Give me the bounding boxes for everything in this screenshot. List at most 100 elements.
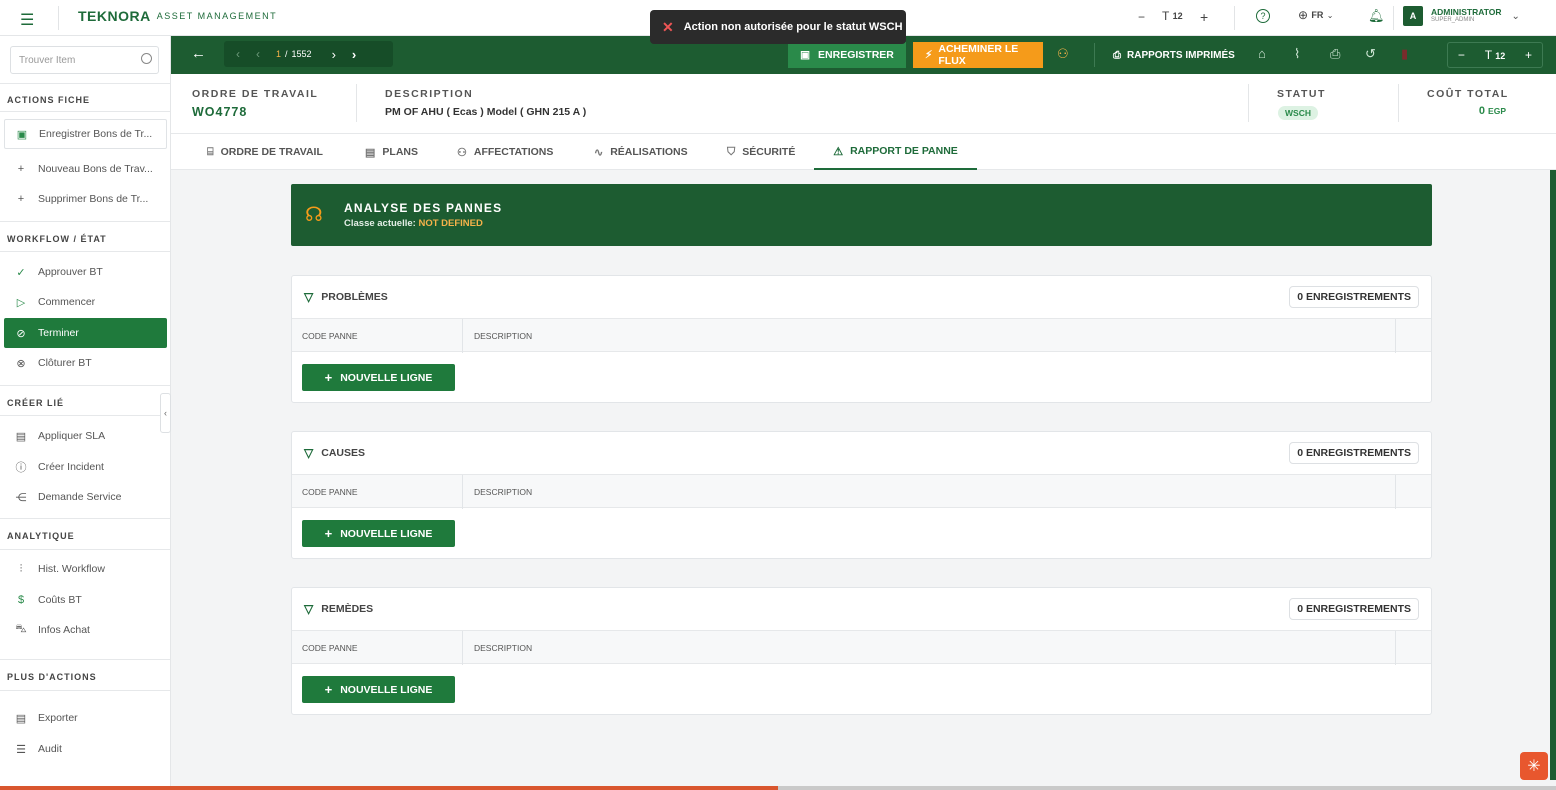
column-code: CODE PANNE	[302, 487, 358, 497]
sidebar: Trouver Item ACTIONS FICHE ▣ Enregistrer …	[0, 36, 171, 790]
sidebar-item-delete[interactable]: + Supprimer Bons de Tr...	[4, 184, 167, 214]
search-input[interactable]: Trouver Item	[10, 46, 159, 74]
record-count-badge: 0 ENREGISTREMENTS	[1289, 286, 1419, 308]
panel-title: ▽ REMÈDES	[304, 602, 374, 616]
printed-reports-button[interactable]: ⎙ RAPPORTS IMPRIMÉS	[1101, 42, 1247, 68]
tab-safety[interactable]: ⛉ SÉCURITÉ	[727, 134, 795, 170]
share-icon: ⋲	[15, 491, 27, 504]
font-size-control: T 12	[1162, 9, 1183, 23]
brain-icon: ☊	[305, 204, 323, 226]
history-icon[interactable]: ↺	[1365, 46, 1376, 62]
sidebar-item-new[interactable]: + Nouveau Bons de Trav...	[4, 154, 167, 184]
save-icon: ▣	[800, 49, 811, 61]
toolbar-font-size-control: − T 12 +	[1447, 42, 1543, 68]
sidebar-collapse-button[interactable]: ‹	[160, 393, 171, 433]
user-role: SUPER_ADMIN	[1431, 17, 1475, 23]
section-more: PLUS D'ACTIONS	[7, 672, 97, 682]
sidebar-item-incident[interactable]: ⓘ Créer Incident	[4, 452, 167, 482]
play-icon: ▷	[16, 296, 26, 309]
failure-analysis-banner: ☊ ANALYSE DES PANNES Classe actuelle: NO…	[291, 184, 1432, 246]
language-selector[interactable]: ⊕ FR ⌄	[1298, 8, 1333, 22]
sidebar-item-audit[interactable]: ☰ Audit	[4, 734, 167, 764]
font-decrease-icon[interactable]: −	[1458, 48, 1465, 62]
sidebar-item-close[interactable]: ⊗ Clôturer BT	[4, 348, 167, 378]
route-workflow-button[interactable]: ⚡︎ ACHEMINER LE FLUX	[913, 42, 1043, 68]
print-icon[interactable]: ⎙	[1330, 46, 1340, 62]
shield-icon: ⛉	[727, 145, 736, 158]
sidebar-item-finish[interactable]: ⊘ Terminer	[4, 318, 167, 348]
tag-icon[interactable]: ⌂	[1258, 46, 1266, 61]
scrollbar[interactable]	[1550, 170, 1556, 780]
tab-assignments[interactable]: ⚇ AFFECTATIONS	[457, 134, 553, 170]
font-increase-icon[interactable]: +	[1200, 9, 1208, 25]
save-button[interactable]: ▣ ENREGISTRER	[788, 42, 906, 68]
font-increase-icon[interactable]: +	[1525, 48, 1532, 62]
page-current[interactable]: 1	[276, 49, 281, 59]
activity-icon: ∿	[594, 146, 604, 159]
info-circle-icon: ⓘ	[15, 462, 27, 474]
wo-number: WO4778	[192, 105, 248, 119]
sidebar-item-approve[interactable]: ✓ Approuver BT	[4, 257, 167, 287]
tab-realisations[interactable]: ∿ RÉALISATIONS	[594, 134, 688, 170]
sidebar-item-sla[interactable]: ▤ Appliquer SLA	[4, 421, 167, 451]
document-icon: ▤	[15, 430, 27, 443]
assistant-icon[interactable]: ✳	[1520, 752, 1548, 780]
add-row-button[interactable]: + NOUVELLE LIGNE	[302, 364, 455, 391]
record-pager: ‹ ‹ 1 / 1552 › ›	[224, 41, 393, 67]
sidebar-item-start[interactable]: ▷ Commencer	[4, 287, 167, 317]
close-icon[interactable]: ✕	[662, 19, 674, 36]
problems-panel: ▽ PROBLÈMES 0 ENREGISTREMENTS CODE PANNE …	[291, 275, 1432, 403]
plus-icon: +	[17, 193, 25, 205]
delete-icon[interactable]: ▮	[1401, 46, 1408, 62]
route-icon[interactable]: ⚇	[1057, 46, 1069, 62]
last-page-icon[interactable]: ›	[352, 47, 356, 62]
app-logo: TEKNORA ASSET MANAGEMENT	[78, 8, 278, 24]
tab-bar: ⌸ ORDRE DE TRAVAIL ▤ PLANS ⚇ AFFECTATIONS ∿…	[171, 134, 1556, 170]
menu-icon[interactable]: ☰	[20, 10, 34, 30]
sidebar-item-purchase[interactable]: ⛍ Infos Achat	[4, 615, 167, 645]
attachment-icon[interactable]: ⌇	[1294, 46, 1300, 62]
back-arrow-icon[interactable]: ←	[191, 45, 206, 62]
bell-icon[interactable]: 🔔︎	[1368, 8, 1385, 24]
x-circle-icon: ⊗	[16, 357, 26, 370]
document-icon: ▤	[15, 712, 27, 725]
chevron-down-icon: ⌄	[1326, 10, 1334, 20]
next-page-icon[interactable]: ›	[332, 47, 336, 62]
tab-failure-report[interactable]: ⚠︎ RAPPORT DE PANNE	[814, 134, 977, 170]
table-header: CODE PANNE DESCRIPTION	[292, 318, 1431, 353]
help-icon[interactable]: ?	[1256, 9, 1270, 23]
section-actions: ACTIONS FICHE	[7, 95, 91, 105]
sidebar-item-service[interactable]: ⋲ Demande Service	[4, 482, 167, 512]
progress-bar	[0, 786, 1556, 790]
plus-icon: +	[324, 370, 333, 385]
panel-title: ▽ CAUSES	[304, 446, 365, 460]
record-header: ORDRE DE TRAVAIL WO4778 DESCRIPTION PM O…	[171, 74, 1556, 134]
status-label: STATUT	[1277, 88, 1326, 100]
sidebar-item-export[interactable]: ▤ Exporter	[4, 703, 167, 733]
lightning-icon: ⚡︎	[925, 49, 933, 61]
tab-work-order[interactable]: ⌸ ORDRE DE TRAVAIL	[207, 134, 323, 170]
description-label: DESCRIPTION	[385, 88, 474, 100]
tab-plans[interactable]: ▤ PLANS	[365, 134, 418, 170]
first-page-icon[interactable]: ‹	[236, 47, 240, 61]
add-row-button[interactable]: + NOUVELLE LIGNE	[302, 676, 455, 703]
banner-class: Classe actuelle: NOT DEFINED	[344, 218, 483, 229]
section-analytics: ANALYTIQUE	[7, 531, 75, 541]
sidebar-item-hist[interactable]: ⫶ Hist. Workflow	[4, 554, 167, 584]
sidebar-item-costs[interactable]: $ Coûts BT	[4, 585, 167, 615]
page-total: 1552	[291, 49, 312, 59]
prev-page-icon[interactable]: ‹	[256, 47, 260, 61]
table-header: CODE PANNE DESCRIPTION	[292, 474, 1431, 509]
plus-icon: +	[17, 163, 25, 175]
add-row-button[interactable]: + NOUVELLE LIGNE	[302, 520, 455, 547]
document-icon: ▤	[365, 146, 376, 159]
section-workflow: WORKFLOW / ÉTAT	[7, 234, 107, 244]
font-decrease-icon[interactable]: −	[1138, 10, 1145, 24]
user-menu[interactable]: A ADMINISTRATOR SUPER_ADMIN ⌄	[1403, 6, 1520, 26]
toast-message: Action non autorisée pour le statut WSCH	[683, 21, 903, 33]
filter-icon: ▽	[304, 602, 314, 616]
sidebar-item-save[interactable]: ▣ Enregistrer Bons de Tr...	[4, 119, 167, 149]
column-description: DESCRIPTION	[474, 643, 533, 653]
bar-chart-icon: ⫶	[19, 562, 23, 575]
globe-icon: ⊕	[1298, 8, 1309, 22]
